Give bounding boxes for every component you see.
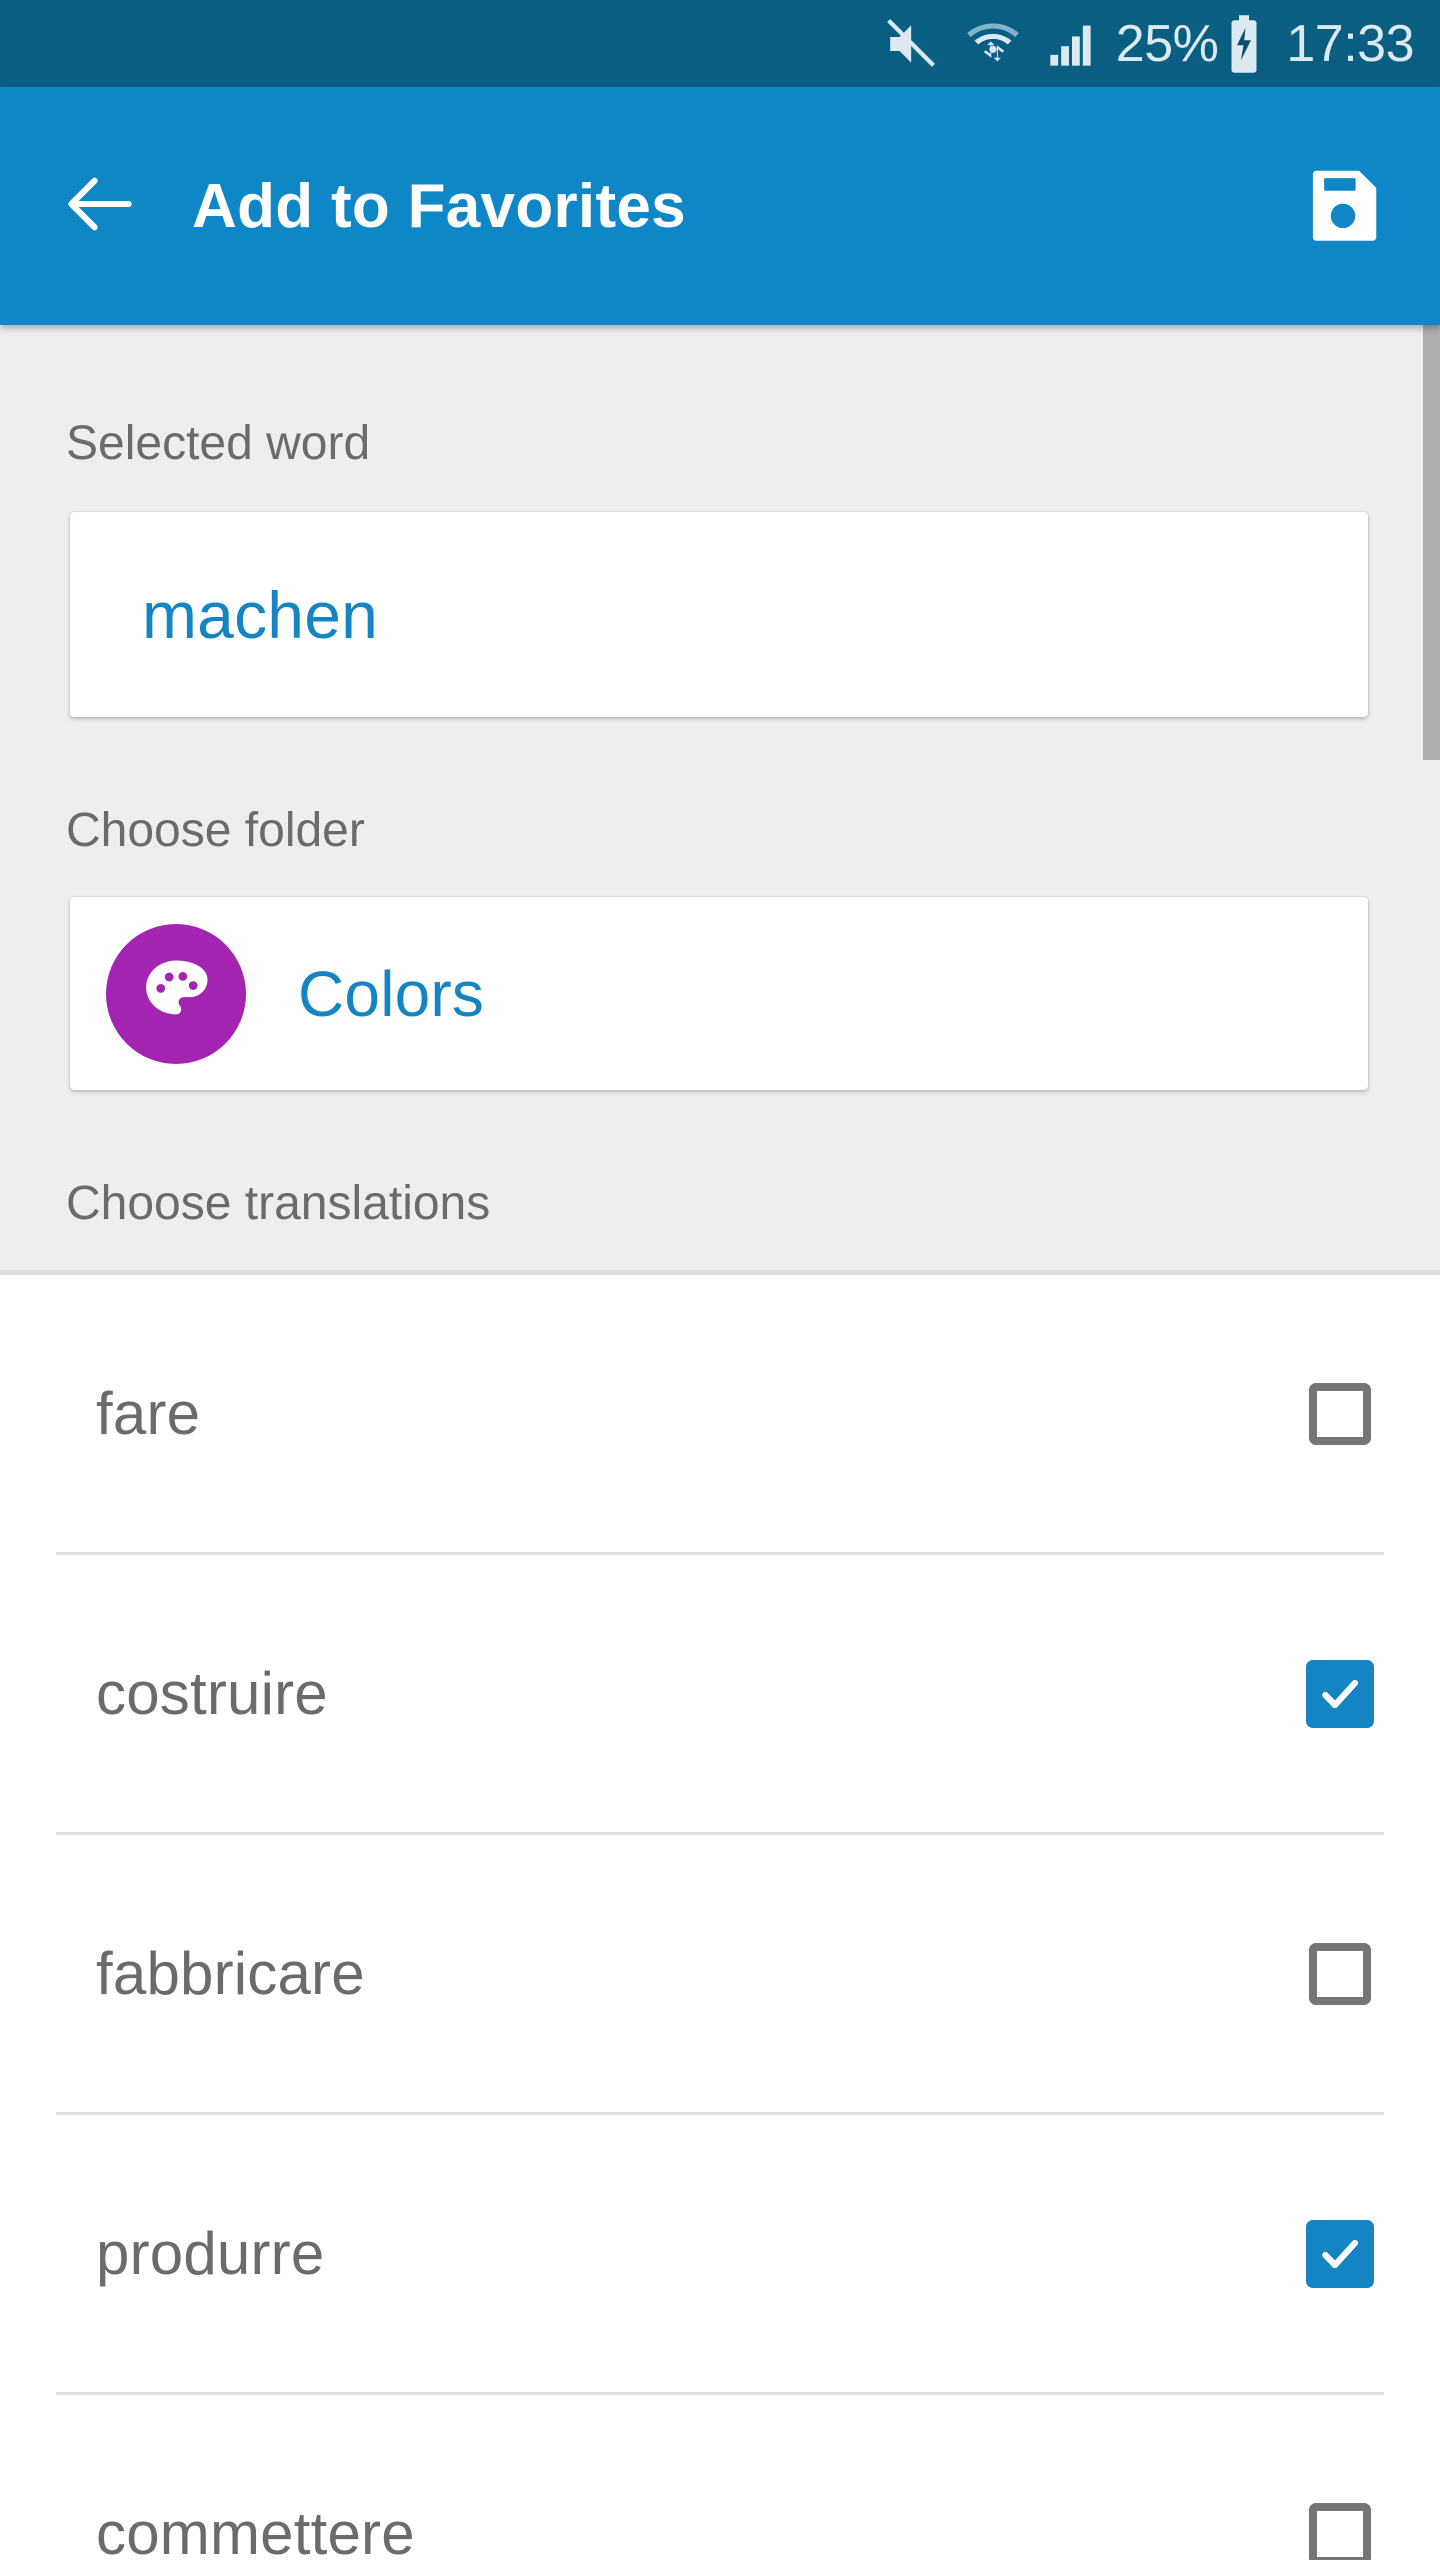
app-root: 25% 17:33 Add to Favorites Selected word… xyxy=(0,0,1440,2560)
list-item[interactable]: commettere xyxy=(0,2395,1440,2560)
save-button[interactable] xyxy=(1288,151,1398,261)
translation-checkbox[interactable] xyxy=(1306,2219,1374,2288)
folder-name-value: Colors xyxy=(298,957,485,1030)
signal-icon xyxy=(1046,18,1098,70)
checkbox-unchecked-icon xyxy=(1309,2502,1371,2560)
checkbox-unchecked-icon xyxy=(1309,1942,1371,2005)
app-bar: Add to Favorites xyxy=(0,87,1440,325)
save-floppy-icon xyxy=(1301,162,1385,251)
folder-avatar xyxy=(106,923,246,1064)
translation-label: fare xyxy=(96,1380,201,1447)
selected-word-field[interactable]: machen xyxy=(70,512,1368,717)
list-item[interactable]: fabbricare xyxy=(0,1835,1440,2112)
battery-charging-icon xyxy=(1224,14,1264,74)
checkbox-unchecked-icon xyxy=(1309,1382,1371,1445)
choose-folder-label: Choose folder xyxy=(66,804,365,857)
checkbox-checked-icon xyxy=(1306,1659,1374,1728)
mute-icon xyxy=(882,16,938,72)
choose-folder-field[interactable]: Colors xyxy=(70,897,1368,1090)
translation-label: costruire xyxy=(96,1660,328,1727)
list-item[interactable]: costruire xyxy=(0,1555,1440,1832)
wifi-icon xyxy=(964,15,1022,73)
translation-checkbox[interactable] xyxy=(1306,1940,1374,2008)
translation-checkbox[interactable] xyxy=(1306,1380,1374,1448)
choose-translations-label: Choose translations xyxy=(66,1177,491,1230)
back-button[interactable] xyxy=(52,158,148,254)
status-bar: 25% 17:33 xyxy=(0,0,1440,87)
selected-word-value: machen xyxy=(142,577,379,652)
translation-checkbox[interactable] xyxy=(1306,1659,1374,1728)
translation-label: fabbricare xyxy=(96,1940,365,2007)
translation-checkbox[interactable] xyxy=(1306,2500,1374,2560)
translation-label: produrre xyxy=(96,2220,325,2287)
selected-word-label: Selected word xyxy=(66,417,371,470)
palette-icon xyxy=(137,952,215,1035)
translations-list: fare costruire fabbricare produrre comme… xyxy=(0,1275,1440,2560)
battery-percent-label: 25% xyxy=(1115,14,1219,73)
list-item[interactable]: produrre xyxy=(0,2115,1440,2392)
translation-label: commettere xyxy=(96,2500,415,2560)
form-panel: Selected word machen Choose folder Color… xyxy=(0,325,1440,1270)
page-title: Add to Favorites xyxy=(192,171,686,241)
panel-scrollbar[interactable] xyxy=(1423,325,1440,760)
list-item[interactable]: fare xyxy=(0,1275,1440,1552)
clock-label: 17:33 xyxy=(1286,14,1414,73)
checkbox-checked-icon xyxy=(1306,2219,1374,2288)
back-arrow-icon xyxy=(57,161,143,252)
